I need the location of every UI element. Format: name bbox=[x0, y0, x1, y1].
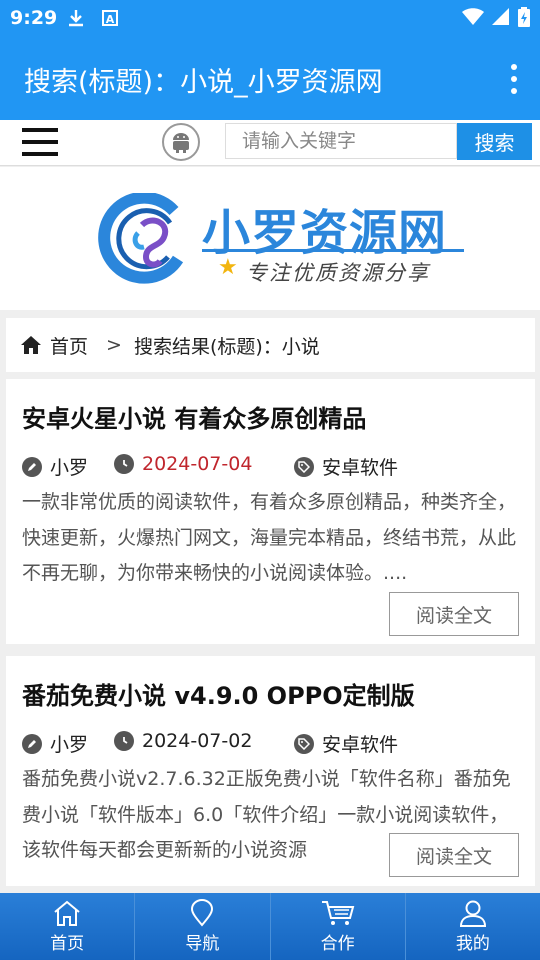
overflow-dot-icon bbox=[511, 76, 517, 82]
date-text: 2024-07-04 bbox=[142, 453, 253, 475]
overflow-dot-icon bbox=[511, 88, 517, 94]
nav-home[interactable]: 首页 bbox=[0, 893, 136, 960]
site-name: 小罗资源网 bbox=[202, 205, 448, 261]
battery-icon bbox=[518, 7, 530, 27]
read-more-button[interactable]: 阅读全文 bbox=[389, 833, 519, 877]
tag-icon bbox=[294, 456, 314, 477]
breadcrumb: 首页 > 搜索结果(标题)：小说 bbox=[6, 318, 535, 372]
location-pin-icon bbox=[191, 899, 214, 927]
page-title: 搜索(标题)：小说_小罗资源网 bbox=[24, 67, 383, 98]
post-author: 小罗 bbox=[22, 730, 88, 757]
user-icon bbox=[459, 900, 486, 927]
more-options-button[interactable] bbox=[508, 64, 520, 94]
nav-cooperation[interactable]: 合作 bbox=[271, 893, 406, 960]
post-meta: 小罗 2024-07-04 安卓软件 bbox=[22, 453, 522, 479]
date-text: 2024-07-02 bbox=[142, 730, 253, 752]
wifi-icon bbox=[462, 8, 484, 25]
nav-label: 合作 bbox=[320, 934, 355, 954]
cellular-signal-icon bbox=[492, 8, 509, 25]
android-icon[interactable] bbox=[162, 123, 200, 161]
nav-label: 首页 bbox=[50, 934, 85, 954]
status-time: 9:29 bbox=[10, 7, 58, 29]
status-system-icons bbox=[462, 7, 530, 27]
status-bar: 9:29 A bbox=[0, 0, 540, 36]
logo-divider bbox=[202, 249, 464, 252]
clock-icon bbox=[114, 731, 134, 751]
post-title[interactable]: 番茄免费小说 v4.9.0 OPPO定制版 bbox=[22, 676, 415, 711]
bottom-navigation: 首页 导航 合作 我的 bbox=[0, 893, 540, 960]
breadcrumb-home-link[interactable]: 首页 bbox=[50, 332, 88, 359]
nav-profile[interactable]: 我的 bbox=[406, 893, 540, 960]
post-date: 2024-07-04 bbox=[114, 453, 252, 475]
author-name: 小罗 bbox=[50, 734, 89, 756]
star-icon: ★ bbox=[218, 255, 238, 280]
svg-text:A: A bbox=[106, 13, 115, 26]
hamburger-menu-button[interactable] bbox=[22, 128, 58, 156]
cart-icon bbox=[321, 901, 354, 925]
author-name: 小罗 bbox=[50, 457, 89, 479]
post-card: 安卓火星小说 有着众多原创精品 小罗 2024-07-04 安卓软件 一款非常优… bbox=[6, 379, 535, 644]
home-icon bbox=[20, 335, 42, 355]
breadcrumb-separator: > bbox=[106, 334, 122, 356]
menu-bar-icon bbox=[22, 152, 58, 156]
search-button[interactable]: 搜索 bbox=[457, 123, 532, 160]
pencil-icon bbox=[22, 456, 42, 477]
post-date: 2024-07-02 bbox=[114, 730, 252, 752]
overflow-dot-icon bbox=[511, 64, 517, 70]
menu-bar-icon bbox=[22, 128, 58, 132]
nav-guide[interactable]: 导航 bbox=[135, 893, 271, 960]
menu-bar-icon bbox=[22, 140, 58, 144]
search-toolbar: 搜索 bbox=[0, 120, 540, 166]
status-notification-icons: A bbox=[66, 8, 120, 28]
home-icon bbox=[54, 900, 80, 926]
post-card: 番茄免费小说 v4.9.0 OPPO定制版 小罗 2024-07-02 安卓软件… bbox=[6, 656, 535, 886]
post-meta: 小罗 2024-07-02 安卓软件 bbox=[22, 730, 522, 756]
nav-label: 导航 bbox=[185, 934, 220, 954]
nav-label: 我的 bbox=[455, 934, 490, 954]
text-recognition-icon: A bbox=[102, 10, 118, 26]
site-logo-icon bbox=[98, 193, 184, 284]
post-author: 小罗 bbox=[22, 453, 88, 480]
read-more-button[interactable]: 阅读全文 bbox=[389, 592, 519, 636]
pencil-icon bbox=[22, 733, 42, 754]
post-title[interactable]: 安卓火星小说 有着众多原创精品 bbox=[22, 399, 366, 434]
search-input[interactable] bbox=[225, 123, 457, 159]
category-text: 安卓软件 bbox=[322, 734, 399, 756]
category-text: 安卓软件 bbox=[322, 457, 399, 479]
tag-icon bbox=[294, 733, 314, 754]
site-slogan: 专注优质资源分享 bbox=[246, 261, 430, 285]
site-logo-banner[interactable]: 小罗资源网 ★ 专注优质资源分享 bbox=[0, 167, 540, 310]
post-category[interactable]: 安卓软件 bbox=[294, 730, 398, 757]
clock-icon bbox=[114, 454, 134, 474]
breadcrumb-current: 搜索结果(标题)：小说 bbox=[133, 335, 320, 358]
download-icon bbox=[69, 10, 83, 27]
post-category[interactable]: 安卓软件 bbox=[294, 453, 398, 480]
app-bar: 搜索(标题)：小说_小罗资源网 bbox=[0, 36, 540, 120]
